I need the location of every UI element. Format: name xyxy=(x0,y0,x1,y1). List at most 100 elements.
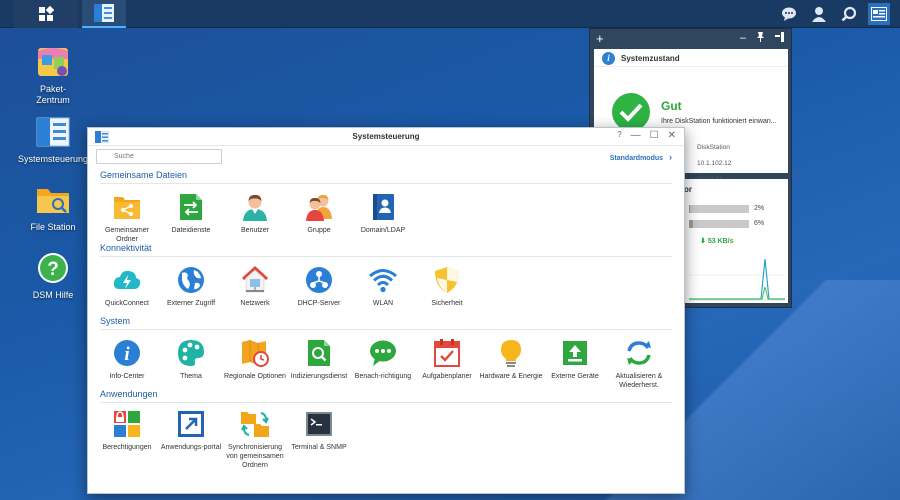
item-group[interactable]: Gruppe xyxy=(286,192,352,235)
privileges-icon xyxy=(114,411,140,437)
quickconnect-icon xyxy=(113,270,141,289)
pin-icon xyxy=(757,31,764,42)
close-button[interactable]: ✕ xyxy=(668,130,676,141)
widget-settings-button[interactable] xyxy=(775,31,785,45)
section-divider xyxy=(100,329,672,330)
package-center-icon xyxy=(38,48,68,76)
item-label: Aktualisieren & Wiederherst. xyxy=(615,373,663,389)
network-rate-value: 53 KB/s xyxy=(707,238,734,245)
item-terminal-snmp[interactable]: Terminal & SNMP xyxy=(286,409,352,452)
search-input[interactable] xyxy=(96,149,222,164)
help-button[interactable]: ? xyxy=(617,130,621,141)
info-center-icon: i xyxy=(114,340,140,366)
group-icon xyxy=(306,194,332,221)
search-icon xyxy=(841,6,857,22)
status-ok-icon xyxy=(612,93,650,131)
desktop-icon-dsm-help[interactable]: ? DSM Hilfe xyxy=(8,250,98,301)
item-label: DHCP-Server xyxy=(297,300,341,307)
item-label: Gruppe xyxy=(307,227,331,234)
cpu-usage-bar xyxy=(689,205,749,213)
item-application-portal[interactable]: Anwendungs-portal xyxy=(158,409,224,452)
user-button[interactable] xyxy=(808,3,830,25)
item-shared-folder-sync[interactable]: Synchronisierung von gemeinsamen Ordnern xyxy=(222,409,288,470)
item-info-center[interactable]: i Info-Center xyxy=(94,338,160,381)
item-update-restore[interactable]: Aktualisieren & Wiederherst. xyxy=(606,338,672,390)
terminal-snmp-icon xyxy=(306,412,332,436)
item-external-access[interactable]: Externer Zugriff xyxy=(158,265,224,308)
item-regional-options[interactable]: Regionale Optionen xyxy=(222,338,288,381)
application-portal-icon xyxy=(178,411,204,437)
hardware-power-icon xyxy=(501,340,521,367)
item-notification[interactable]: Benach-richtigung xyxy=(350,338,416,381)
item-shared-folder[interactable]: Gemeinsamer Ordner xyxy=(94,192,160,244)
cpu-usage-fill xyxy=(689,205,691,213)
domain-ldap-icon xyxy=(373,194,394,220)
window-titlebar[interactable]: Systemsteuerung ? — ☐ ✕ xyxy=(88,128,684,146)
item-label: Gemeinsamer Ordner xyxy=(105,227,149,243)
item-label: Info-Center xyxy=(109,373,145,380)
item-wlan[interactable]: WLAN xyxy=(350,265,416,308)
grid-icon xyxy=(39,6,54,21)
control-panel-icon xyxy=(94,4,114,22)
item-label: Externe Geräte xyxy=(551,373,599,380)
item-quickconnect[interactable]: QuickConnect xyxy=(94,265,160,308)
standard-mode-link[interactable]: Standardmodus › xyxy=(610,152,672,162)
task-scheduler-icon xyxy=(434,339,460,367)
item-label: Sicherheit xyxy=(431,300,463,307)
item-security[interactable]: Sicherheit xyxy=(414,265,480,308)
item-privileges[interactable]: Berechtigungen xyxy=(94,409,160,452)
info-icon: i xyxy=(602,52,615,65)
item-dhcp-server[interactable]: DHCP-Server xyxy=(286,265,352,308)
item-label: Synchronisierung von gemeinsamen Ordnern xyxy=(226,444,284,469)
taskbar xyxy=(0,0,900,28)
maximize-button[interactable]: ☐ xyxy=(650,130,659,141)
item-domain-ldap[interactable]: Domain/LDAP xyxy=(350,192,416,235)
item-user[interactable]: Benutzer xyxy=(222,192,288,235)
desktop-icon-label: DSM Hilfe xyxy=(32,290,74,300)
item-task-scheduler[interactable]: Aufgabenplaner xyxy=(414,338,480,381)
health-description: Ihre DiskStation funktioniert einwan... xyxy=(661,118,777,125)
external-access-icon xyxy=(178,267,204,293)
add-widget-button[interactable]: + xyxy=(596,31,604,46)
update-restore-icon xyxy=(627,341,651,365)
item-label: Berechtigungen xyxy=(102,444,152,451)
security-icon xyxy=(435,267,459,293)
widgets-button[interactable] xyxy=(868,3,890,25)
main-menu-button[interactable] xyxy=(14,0,78,28)
desktop-icon-package-center[interactable]: Paket- Zentrum xyxy=(8,44,98,106)
desktop-icon-file-station[interactable]: File Station xyxy=(8,182,98,233)
desktop-icon-label: File Station xyxy=(30,222,76,232)
item-label: Anwendungs-portal xyxy=(160,444,222,451)
item-theme[interactable]: Thema xyxy=(158,338,224,381)
widgets-icon xyxy=(871,7,887,21)
item-label: Terminal & SNMP xyxy=(291,444,347,451)
minimize-button[interactable]: — xyxy=(631,130,641,141)
section-title-applications: Anwendungen xyxy=(100,389,158,399)
search-button[interactable] xyxy=(838,3,860,25)
item-hardware-power[interactable]: Hardware & Energie xyxy=(478,338,544,381)
section-title-shared-files: Gemeinsame Dateien xyxy=(100,170,188,180)
item-label: WLAN xyxy=(372,300,394,307)
widget-title: Systemzustand xyxy=(621,54,680,63)
item-network[interactable]: Netzwerk xyxy=(222,265,288,308)
minimize-widgets-button[interactable]: – xyxy=(740,32,746,45)
item-label: QuickConnect xyxy=(105,300,149,307)
server-name: DiskStation xyxy=(697,144,730,151)
section-divider xyxy=(100,402,672,403)
theme-icon xyxy=(178,340,204,366)
external-devices-icon xyxy=(563,341,587,365)
chat-button[interactable] xyxy=(778,3,800,25)
control-panel-window: Systemsteuerung ? — ☐ ✕ Standardmodus › … xyxy=(87,127,685,494)
item-label: Indizierungsdienst xyxy=(290,373,348,380)
download-arrow-icon: ⬇ xyxy=(700,238,706,245)
item-external-devices[interactable]: Externe Geräte xyxy=(542,338,608,381)
desktop-icon-control-panel[interactable]: Systemsteuerung xyxy=(8,114,98,165)
pin-widgets-button[interactable] xyxy=(756,31,765,45)
taskbar-control-panel-button[interactable] xyxy=(82,0,126,28)
item-file-services[interactable]: Dateidienste xyxy=(158,192,224,235)
item-indexing-service[interactable]: Indizierungsdienst xyxy=(286,338,352,381)
indexing-service-icon xyxy=(308,340,330,366)
svg-text:i: i xyxy=(124,344,130,365)
shared-folder-icon xyxy=(114,197,140,219)
control-panel-icon xyxy=(36,117,70,147)
